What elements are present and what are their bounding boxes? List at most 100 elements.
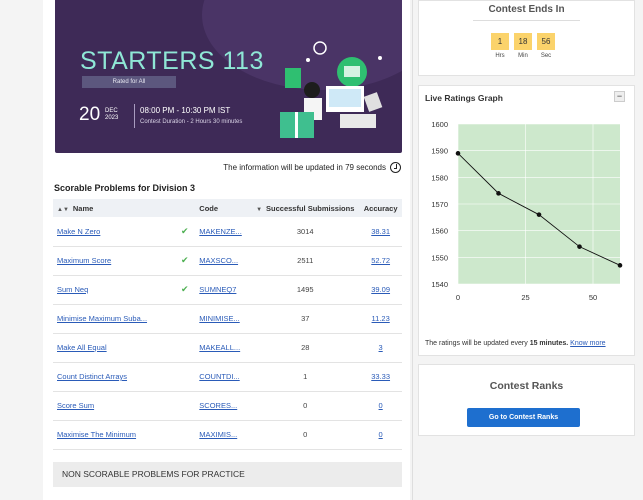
problem-name-link[interactable]: Count Distinct Arrays	[57, 372, 127, 381]
problem-name-link[interactable]: Minimise Maximum Suba...	[57, 314, 147, 323]
problem-name-link[interactable]: Score Sum	[57, 401, 94, 410]
submissions-cell: 37	[251, 304, 360, 334]
y-tick-label: 1540	[431, 280, 448, 289]
non-scorable-section[interactable]: NON SCORABLE PROBLEMS FOR PRACTICE	[53, 462, 402, 487]
sort-icon: ▲▼	[57, 206, 69, 213]
seconds-label: Sec	[540, 53, 552, 59]
submissions-cell: 2511	[251, 246, 360, 276]
know-more-link[interactable]: Know more	[570, 340, 605, 347]
submissions-header-label: Successful Submissions	[266, 203, 355, 213]
problem-name-link[interactable]: Make N Zero	[57, 227, 100, 236]
problem-name-cell: Count Distinct Arrays	[53, 362, 177, 392]
submissions-column-header[interactable]: ▼ Successful Submissions	[251, 199, 359, 217]
contest-month-year: DEC 2023	[105, 108, 118, 122]
problem-code-cell: SCORES...	[195, 391, 252, 421]
ratings-graph-card: Live Ratings Graph − 1540 1550 1560 1570 158…	[418, 85, 635, 356]
code-column-header[interactable]: Code	[195, 199, 251, 217]
graph-note-text: The ratings will be updated every	[425, 340, 528, 347]
problem-code-cell: MAXSCO...	[195, 246, 252, 276]
name-column-header[interactable]: ▲▼ Name	[53, 199, 177, 217]
problem-name-cell: Sum Neq	[53, 275, 177, 305]
problem-name-link[interactable]: Maximum Score	[57, 256, 111, 265]
contest-banner: STARTERS 113 Rated for All 20 DEC 2023 0…	[55, 0, 402, 153]
accuracy-header-label: Accuracy	[363, 203, 398, 213]
accuracy-link[interactable]: 39.09	[371, 285, 390, 294]
problem-code-link[interactable]: MINIMISE...	[199, 314, 239, 323]
solved-cell: ✔	[177, 217, 196, 247]
contest-timer-card: Contest Ends In 1 Hrs 18 Min 56 Sec	[418, 0, 635, 76]
accuracy-link[interactable]: 38.31	[371, 227, 390, 236]
rating-point	[577, 244, 582, 249]
minimize-button[interactable]: −	[614, 91, 625, 102]
problem-code-cell: MAXIMIS...	[195, 420, 252, 450]
table-row: Sum Neq ✔ SUMNEQ7 1495 39.09	[53, 275, 402, 305]
accuracy-column-header[interactable]: Accuracy	[359, 199, 402, 217]
y-tick-label: 1590	[431, 147, 448, 156]
solved-cell	[177, 362, 196, 392]
rating-point	[496, 191, 501, 196]
accuracy-link[interactable]: 11.23	[372, 314, 390, 323]
minutes-value: 18	[514, 33, 532, 50]
submissions-cell: 3014	[251, 217, 360, 247]
accuracy-cell: 52.72	[359, 246, 402, 276]
code-header-label: Code	[199, 203, 219, 213]
contest-duration: Contest Duration - 2 Hours 30 minutes	[140, 119, 243, 125]
minutes-box: 18 Min	[514, 33, 532, 59]
check-icon: ✔	[181, 225, 189, 236]
hours-box: 1 Hrs	[491, 33, 509, 59]
coder-illustration	[280, 41, 383, 138]
problem-code-link[interactable]: MAXIMIS...	[199, 430, 237, 439]
problem-name-cell: Score Sum	[53, 391, 177, 421]
clock-icon	[390, 162, 401, 173]
y-tick-label: 1580	[431, 173, 448, 182]
check-icon: ✔	[181, 255, 189, 265]
contest-month: DEC	[105, 108, 118, 114]
accuracy-link[interactable]: 33.33	[371, 372, 390, 381]
problem-code-cell: MAKEALL...	[195, 333, 252, 363]
table-row: Score Sum SCORES... 0 0	[53, 391, 402, 421]
problem-code-link[interactable]: MAKENZE...	[199, 227, 242, 236]
problem-code-link[interactable]: MAXSCO...	[199, 256, 238, 265]
problem-name-cell: Make N Zero	[53, 217, 177, 247]
minutes-label: Min	[518, 53, 528, 59]
update-info: The information will be updated in 79 se…	[223, 162, 401, 173]
y-tick-label: 1600	[431, 120, 448, 129]
rating-point	[536, 212, 542, 217]
problem-code-link[interactable]: MAKEALL...	[199, 343, 240, 352]
problem-code-link[interactable]: SCORES...	[199, 401, 237, 410]
problem-name-link[interactable]: Make All Equal	[57, 343, 107, 352]
sort-desc-icon: ▼	[256, 206, 263, 213]
accuracy-cell: 0	[359, 420, 402, 450]
x-tick-label: 25	[521, 293, 529, 302]
column-divider	[412, 0, 413, 500]
submissions-cell: 28	[251, 333, 360, 363]
accuracy-cell: 33.33	[359, 362, 402, 392]
accuracy-cell: 0	[359, 391, 402, 421]
contest-year: 2023	[105, 115, 119, 121]
accuracy-link[interactable]: 0	[379, 401, 383, 410]
ranks-title: Contest Ranks	[489, 380, 564, 392]
x-tick-label: 50	[589, 293, 597, 302]
solved-cell: ✔	[177, 246, 196, 276]
table-row: Maximise The Minimum MAXIMIS... 0 0	[53, 420, 402, 450]
accuracy-link[interactable]: 0	[379, 430, 383, 439]
accuracy-link[interactable]: 3	[379, 343, 383, 352]
banner-separator	[134, 104, 135, 128]
problem-name-link[interactable]: Sum Neq	[57, 285, 88, 294]
table-row: Minimise Maximum Suba... MINIMISE... 37 11.…	[53, 304, 402, 334]
problem-code-cell: SUMNEQ7	[195, 275, 252, 305]
problems-table: ▲▼ Name Code ▼ Successful Submissions Accu…	[53, 199, 402, 450]
solved-cell	[177, 391, 196, 421]
problem-name-link[interactable]: Maximise The Minimum	[57, 430, 136, 439]
problem-code-link[interactable]: SUMNEQ7	[199, 285, 236, 294]
hours-value: 1	[491, 33, 509, 50]
problem-code-link[interactable]: COUNTDI...	[199, 372, 239, 381]
contest-ranks-button[interactable]: Go to Contest Ranks	[467, 408, 580, 427]
contest-ranks-card: Contest Ranks Go to Contest Ranks	[418, 364, 635, 436]
x-tick-label: 0	[456, 293, 460, 302]
accuracy-link[interactable]: 52.72	[371, 256, 390, 265]
graph-title: Live Ratings Graph	[425, 93, 503, 103]
accuracy-cell: 11.23	[359, 304, 402, 334]
solved-cell	[177, 333, 196, 363]
table-row: Make All Equal MAKEALL... 28 3	[53, 333, 402, 363]
